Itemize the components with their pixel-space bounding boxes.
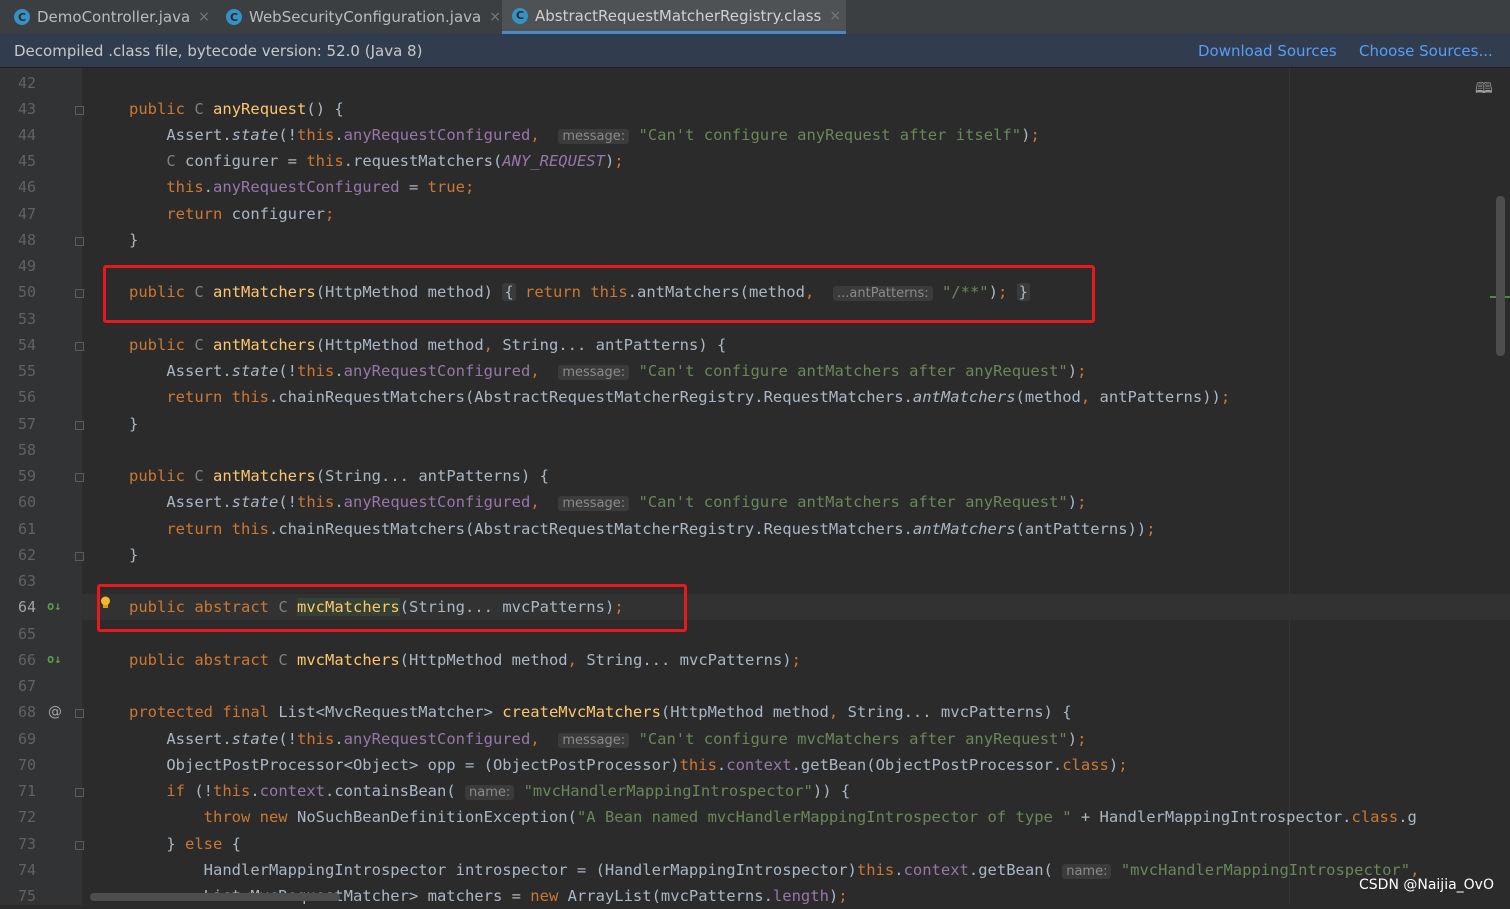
code-line-56: return this.chainRequestMatchers(Abstrac… <box>166 388 1231 406</box>
code-line-43: public C anyRequest() { <box>129 100 344 118</box>
line-number: 67 <box>17 677 36 695</box>
java-class-icon: C <box>14 9 30 25</box>
close-tab-icon[interactable]: × <box>489 9 501 25</box>
line-number: 48 <box>17 231 36 249</box>
line-number: 66 <box>17 651 36 669</box>
line-number: 74 <box>17 861 36 879</box>
line-number: 47 <box>17 205 36 223</box>
lightbulb-icon[interactable] <box>100 596 111 610</box>
tab-web-security-configuration[interactable]: C WebSecurityConfiguration.java × <box>218 0 508 34</box>
code-line-44: Assert.state(!this.anyRequestConfigured,… <box>129 126 1040 144</box>
param-hint: name: <box>1062 864 1112 879</box>
decompiled-notice-bar: Decompiled .class file, bytecode version… <box>0 34 1510 68</box>
line-number: 62 <box>17 546 36 564</box>
close-tab-icon[interactable]: × <box>829 8 841 24</box>
line-number: 57 <box>17 415 36 433</box>
java-class-icon: C <box>226 9 242 25</box>
code-line-59: public C antMatchers(String... antPatter… <box>129 467 549 485</box>
line-number: 50 <box>17 283 36 301</box>
watermark: CSDN @Naijia_OvO <box>1359 877 1494 893</box>
code-line-73: } else { <box>129 835 241 853</box>
line-number: 42 <box>17 74 36 92</box>
line-number: 71 <box>17 782 36 800</box>
tab-demo-controller[interactable]: C DemoController.java × <box>6 0 220 34</box>
editor-tab-bar: C DemoController.java × C WebSecurityCon… <box>0 0 1510 34</box>
line-number: 69 <box>17 730 36 748</box>
line-number: 63 <box>17 572 36 590</box>
code-line-60: Assert.state(!this.anyRequestConfigured,… <box>129 493 1087 511</box>
line-number-gutter: 42 43 44 45 46 47 48 49 50 53 54 55 56 5… <box>0 68 84 905</box>
code-line-71: if (!this.context.containsBean( name: "m… <box>166 782 851 800</box>
code-line-48: } <box>129 231 139 249</box>
line-number: 68 <box>17 703 36 721</box>
param-hint: name: <box>464 785 515 800</box>
code-line-61: return this.chainRequestMatchers(Abstrac… <box>166 520 1156 538</box>
highlight-box-mvcmatchers <box>97 584 687 632</box>
tab-label: DemoController.java <box>37 8 191 26</box>
line-number: 59 <box>17 467 36 485</box>
line-number: 60 <box>17 493 36 511</box>
tab-abstract-request-matcher-registry[interactable]: C AbstractRequestMatcherRegistry.class × <box>502 0 846 34</box>
choose-sources-link[interactable]: Choose Sources... <box>1359 42 1493 60</box>
line-number-current: 64 <box>17 598 36 616</box>
code-line-72: throw new NoSuchBeanDefinitionException(… <box>203 808 1417 826</box>
line-number: 54 <box>17 336 36 354</box>
param-hint: message: <box>558 733 630 748</box>
line-number: 55 <box>17 362 36 380</box>
line-number: 44 <box>17 126 36 144</box>
download-sources-link[interactable]: Download Sources <box>1198 42 1337 60</box>
implemented-by-icon[interactable]: o↓ <box>47 599 61 613</box>
line-number: 73 <box>17 835 36 853</box>
code-line-62: } <box>129 546 139 564</box>
code-line-68: protected final List<MvcRequestMatcher> … <box>129 703 1072 721</box>
code-editor[interactable]: public C anyRequest() { Assert.state(!th… <box>82 68 1510 905</box>
param-hint: message: <box>558 365 630 380</box>
code-line-66: public abstract C mvcMatchers(HttpMethod… <box>129 651 801 669</box>
line-number: 43 <box>17 100 36 118</box>
line-number: 72 <box>17 808 36 826</box>
close-tab-icon[interactable]: × <box>198 9 210 25</box>
code-line-57: } <box>129 415 139 433</box>
code-line-47: return configurer; <box>166 205 335 223</box>
tab-label: AbstractRequestMatcherRegistry.class <box>535 6 822 25</box>
line-number: 61 <box>17 520 36 538</box>
horizontal-scrollbar[interactable] <box>90 893 340 901</box>
code-line-54: public C antMatchers(HttpMethod method, … <box>129 336 727 354</box>
line-number: 56 <box>17 388 36 406</box>
line-number: 53 <box>17 310 36 328</box>
right-margin-guide <box>1289 68 1290 905</box>
line-number: 58 <box>17 441 36 459</box>
code-line-46: this.anyRequestConfigured = true; <box>166 178 475 196</box>
tab-label: WebSecurityConfiguration.java <box>249 8 482 26</box>
highlight-box-antmatchers <box>103 265 1095 323</box>
reader-mode-icon[interactable]: 🕮 <box>1475 78 1493 103</box>
line-number: 70 <box>17 756 36 774</box>
code-line-45: C configurer = this.requestMatchers(ANY_… <box>166 152 624 170</box>
decompiled-notice-text: Decompiled .class file, bytecode version… <box>14 42 423 60</box>
compiled-class-icon: C <box>512 7 528 24</box>
param-hint: message: <box>558 129 630 144</box>
line-number: 49 <box>17 257 36 275</box>
implemented-by-icon[interactable]: o↓ <box>47 652 61 666</box>
annotation-icon[interactable]: @ <box>48 704 62 720</box>
code-line-55: Assert.state(!this.anyRequestConfigured,… <box>129 362 1087 380</box>
code-line-74: HandlerMappingIntrospector introspector … <box>129 861 1420 879</box>
vertical-scrollbar[interactable] <box>1496 196 1505 356</box>
code-line-69: Assert.state(!this.anyRequestConfigured,… <box>129 730 1087 748</box>
line-number: 46 <box>17 178 36 196</box>
param-hint: message: <box>558 496 630 511</box>
line-number: 45 <box>17 152 36 170</box>
code-line-70: ObjectPostProcessor<Object> opp = (Objec… <box>129 756 1128 774</box>
line-number: 65 <box>17 625 36 643</box>
line-number: 75 <box>17 887 36 905</box>
